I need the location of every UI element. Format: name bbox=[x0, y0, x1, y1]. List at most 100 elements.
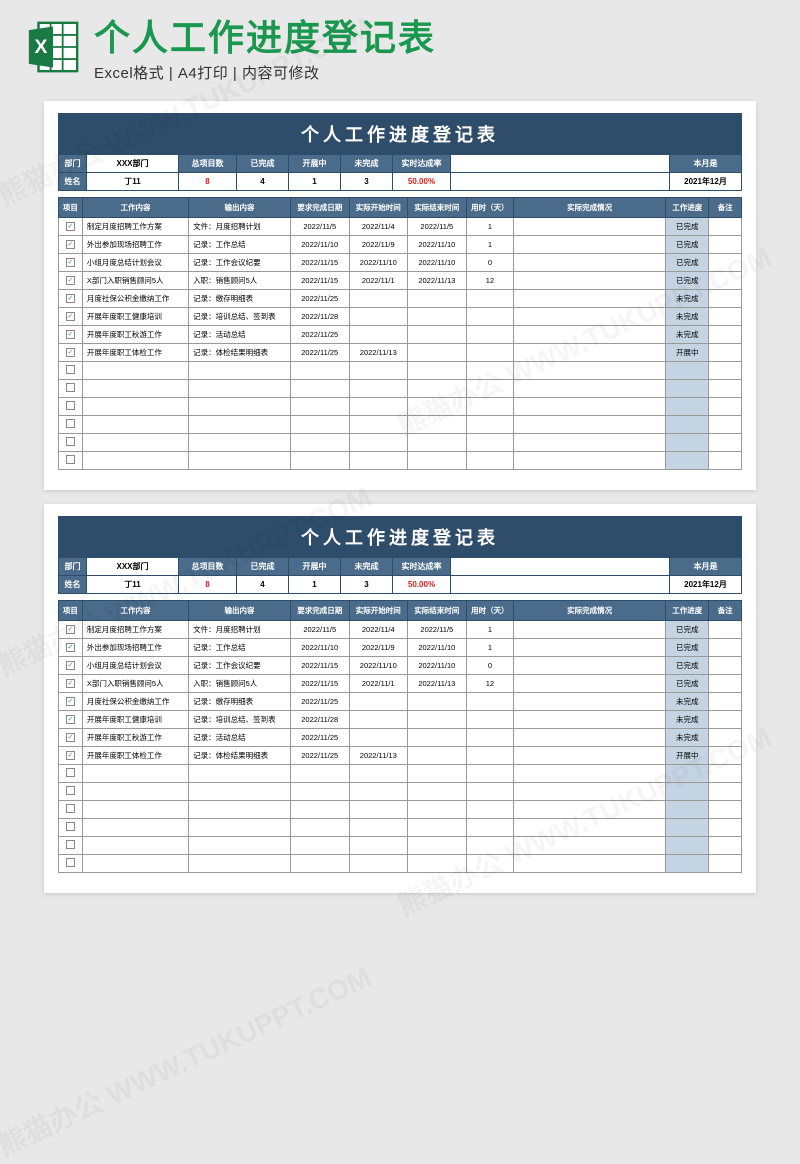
checkbox-cell[interactable] bbox=[59, 397, 83, 415]
table-row bbox=[59, 818, 742, 836]
table-row bbox=[59, 379, 742, 397]
cell-actual bbox=[514, 728, 666, 746]
cell-output: 记录：体检结果明细表 bbox=[189, 343, 291, 361]
cell-start bbox=[349, 307, 408, 325]
checkbox-cell[interactable] bbox=[59, 361, 83, 379]
checkbox-cell[interactable]: ✓ bbox=[59, 235, 83, 253]
cell-days bbox=[466, 800, 514, 818]
cell-end: 2022/11/10 bbox=[408, 253, 467, 271]
name-value: 丁11 bbox=[87, 576, 179, 594]
cell-days bbox=[466, 451, 514, 469]
checkbox-cell[interactable]: ✓ bbox=[59, 217, 83, 235]
checkbox-cell[interactable]: ✓ bbox=[59, 746, 83, 764]
cell-remark bbox=[709, 361, 742, 379]
cell-output: 记录：活动总结 bbox=[189, 325, 291, 343]
cell-content: 小组月度总结计划会议 bbox=[82, 253, 188, 271]
checkbox-cell[interactable] bbox=[59, 415, 83, 433]
checkbox-cell[interactable] bbox=[59, 836, 83, 854]
cell-end bbox=[408, 451, 467, 469]
col-output: 输出内容 bbox=[189, 600, 291, 620]
checkbox-cell[interactable]: ✓ bbox=[59, 620, 83, 638]
col-project: 项目 bbox=[59, 600, 83, 620]
cell-days: 1 bbox=[466, 217, 514, 235]
cell-status bbox=[666, 800, 709, 818]
cell-end: 2022/11/10 bbox=[408, 656, 467, 674]
col-content: 工作内容 bbox=[82, 600, 188, 620]
cell-remark bbox=[709, 656, 742, 674]
cell-actual bbox=[514, 818, 666, 836]
cell-content bbox=[82, 415, 188, 433]
total-value: 8 bbox=[179, 576, 237, 594]
cell-content: 制定月度招聘工作方案 bbox=[82, 217, 188, 235]
checkbox-cell[interactable]: ✓ bbox=[59, 656, 83, 674]
ongoing-value: 1 bbox=[289, 173, 341, 191]
cell-status bbox=[666, 782, 709, 800]
checkbox-cell[interactable]: ✓ bbox=[59, 289, 83, 307]
cell-content: 月度社保公积金缴纳工作 bbox=[82, 289, 188, 307]
undone-value: 3 bbox=[341, 173, 393, 191]
checkbox-cell[interactable] bbox=[59, 433, 83, 451]
checkbox-cell[interactable] bbox=[59, 800, 83, 818]
table-row bbox=[59, 800, 742, 818]
dept-value: XXX部门 bbox=[87, 155, 179, 173]
col-due: 要求完成日期 bbox=[290, 197, 349, 217]
checkbox-cell[interactable] bbox=[59, 854, 83, 872]
checkbox-cell[interactable] bbox=[59, 451, 83, 469]
cell-end bbox=[408, 343, 467, 361]
cell-remark bbox=[709, 728, 742, 746]
checkbox-cell[interactable]: ✓ bbox=[59, 692, 83, 710]
cell-content bbox=[82, 782, 188, 800]
cell-start: 2022/11/10 bbox=[349, 253, 408, 271]
col-project: 项目 bbox=[59, 197, 83, 217]
cell-status bbox=[666, 397, 709, 415]
checkbox-cell[interactable] bbox=[59, 818, 83, 836]
total-value: 8 bbox=[179, 173, 237, 191]
cell-start bbox=[349, 818, 408, 836]
checkbox-cell[interactable] bbox=[59, 782, 83, 800]
checkbox-cell[interactable]: ✓ bbox=[59, 271, 83, 289]
cell-actual bbox=[514, 379, 666, 397]
cell-content bbox=[82, 397, 188, 415]
col-end: 实际结束时间 bbox=[408, 600, 467, 620]
cell-start bbox=[349, 451, 408, 469]
page-subtitle: Excel格式 | A4打印 | 内容可修改 bbox=[94, 62, 776, 83]
cell-status: 已完成 bbox=[666, 235, 709, 253]
month-value: 2021年12月 bbox=[670, 173, 742, 191]
cell-actual bbox=[514, 361, 666, 379]
cell-days bbox=[466, 854, 514, 872]
checkbox-cell[interactable]: ✓ bbox=[59, 674, 83, 692]
cell-status: 开展中 bbox=[666, 343, 709, 361]
cell-status: 未完成 bbox=[666, 325, 709, 343]
cell-end: 2022/11/5 bbox=[408, 620, 467, 638]
cell-end bbox=[408, 361, 467, 379]
checkbox-cell[interactable]: ✓ bbox=[59, 638, 83, 656]
cell-due: 2022/11/25 bbox=[290, 692, 349, 710]
cell-actual bbox=[514, 343, 666, 361]
cell-content: X部门入职销售顾问5人 bbox=[82, 674, 188, 692]
undone-label: 未完成 bbox=[341, 558, 393, 576]
cell-actual bbox=[514, 397, 666, 415]
cell-start: 2022/11/13 bbox=[349, 746, 408, 764]
cell-remark bbox=[709, 674, 742, 692]
cell-remark bbox=[709, 271, 742, 289]
checkbox-cell[interactable]: ✓ bbox=[59, 728, 83, 746]
col-status: 工作进度 bbox=[666, 600, 709, 620]
checkbox-cell[interactable]: ✓ bbox=[59, 325, 83, 343]
checkbox-cell[interactable]: ✓ bbox=[59, 253, 83, 271]
cell-status: 未完成 bbox=[666, 728, 709, 746]
cell-remark bbox=[709, 379, 742, 397]
cell-due: 2022/11/15 bbox=[290, 656, 349, 674]
checkbox-cell[interactable] bbox=[59, 379, 83, 397]
cell-days bbox=[466, 746, 514, 764]
cell-status bbox=[666, 415, 709, 433]
rate-value: 50.00% bbox=[393, 173, 451, 191]
cell-end: 2022/11/13 bbox=[408, 271, 467, 289]
cell-content: 制定月度招聘工作方案 bbox=[82, 620, 188, 638]
rate-label: 实时达成率 bbox=[393, 155, 451, 173]
checkbox-cell[interactable]: ✓ bbox=[59, 307, 83, 325]
checkbox-cell[interactable] bbox=[59, 764, 83, 782]
checkbox-cell[interactable]: ✓ bbox=[59, 343, 83, 361]
cell-start bbox=[349, 782, 408, 800]
checkbox-cell[interactable]: ✓ bbox=[59, 710, 83, 728]
cell-status: 未完成 bbox=[666, 710, 709, 728]
